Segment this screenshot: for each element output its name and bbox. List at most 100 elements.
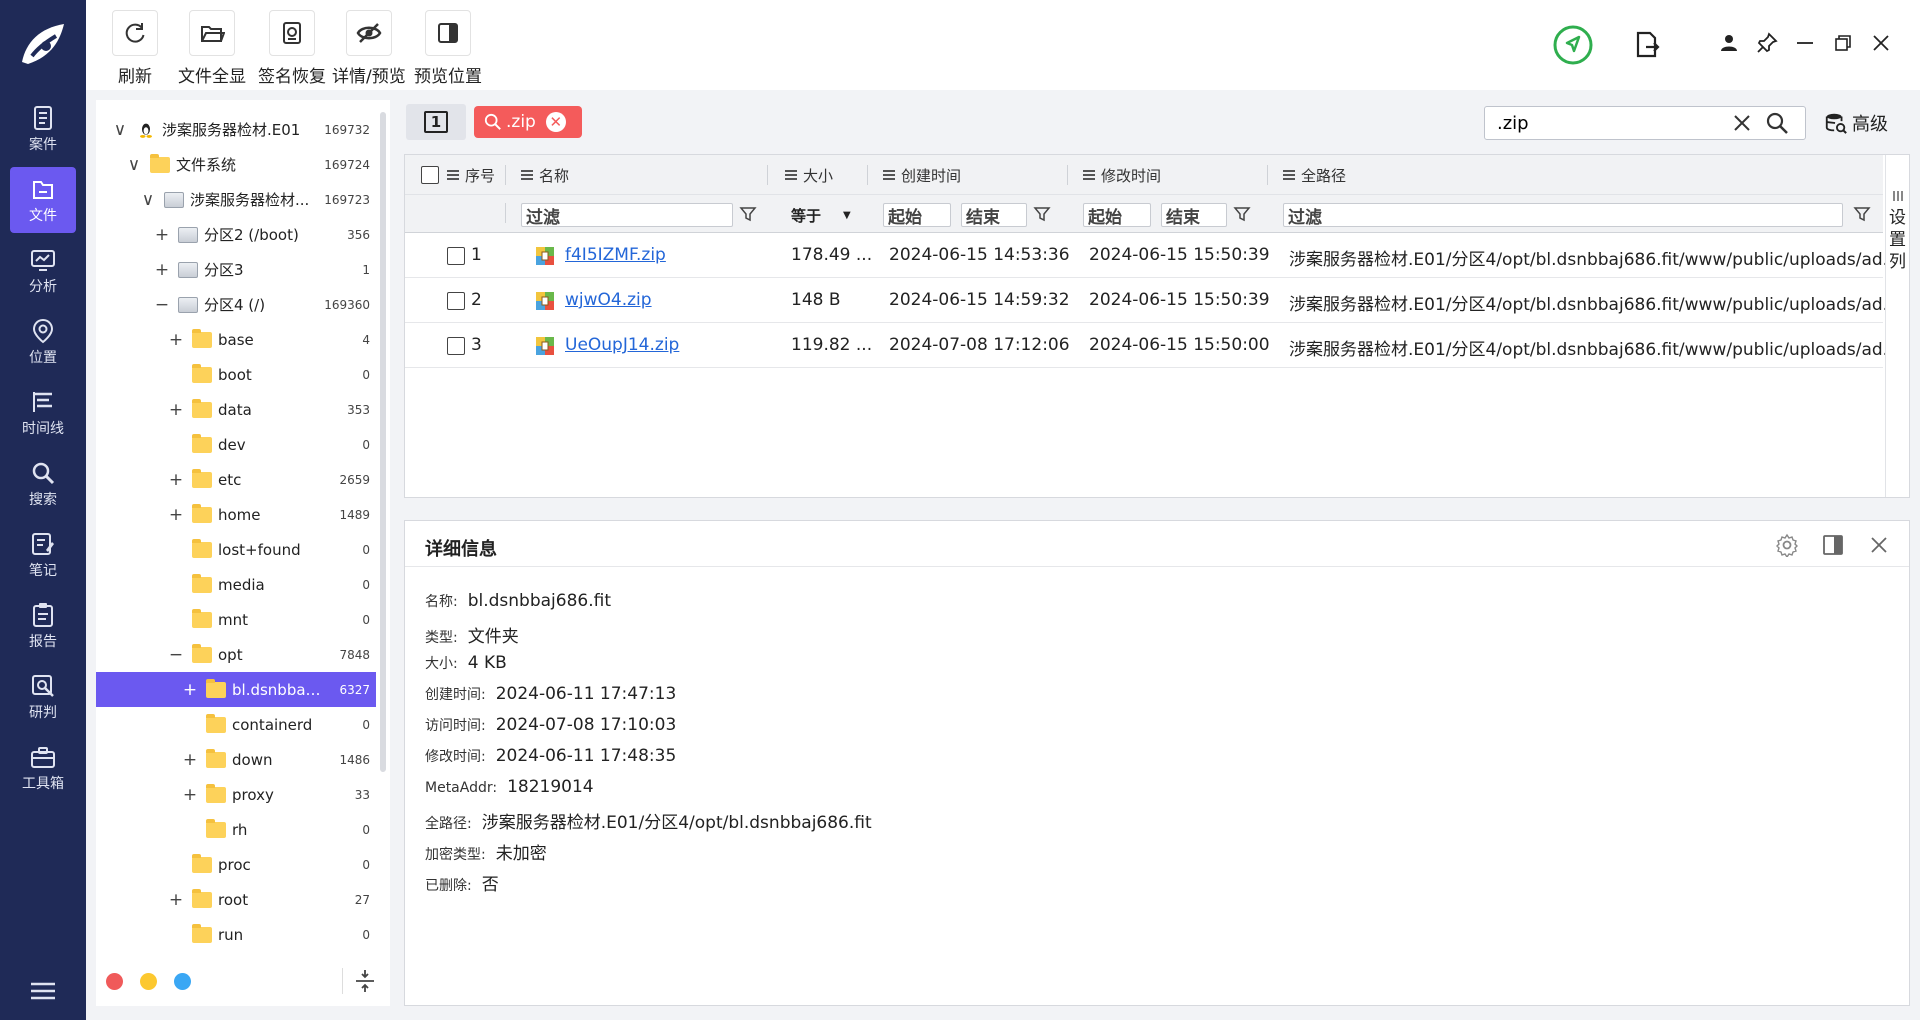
- tree-expander[interactable]: +: [182, 750, 198, 770]
- nav-case[interactable]: 案件: [10, 96, 76, 162]
- file-name-link[interactable]: f4I5IZMF.zip: [565, 245, 666, 265]
- user-icon[interactable]: [1716, 30, 1742, 56]
- tree-node[interactable]: ∨ 涉案服务器检材.E01 169732: [96, 112, 376, 147]
- nav-analysis[interactable]: 分析: [10, 238, 76, 304]
- tree-node[interactable]: lost+found 0: [96, 532, 376, 567]
- tree-node[interactable]: run 0: [96, 917, 376, 952]
- tree-node[interactable]: media 0: [96, 567, 376, 602]
- pin-icon[interactable]: [1754, 30, 1780, 56]
- filter-funnel-icon[interactable]: [739, 205, 757, 223]
- detail-preview-button[interactable]: 详情/预览: [332, 10, 406, 87]
- column-settings-button[interactable]: 设置列: [1885, 155, 1909, 497]
- nav-timeline[interactable]: 时间线: [10, 380, 76, 446]
- tree-scrollbar[interactable]: [380, 112, 386, 772]
- tree-node[interactable]: − opt 7848: [96, 637, 376, 672]
- red-dot[interactable]: [106, 973, 123, 990]
- tree-expander[interactable]: +: [154, 225, 170, 245]
- tree-node[interactable]: − 分区4 (/) 169360: [96, 287, 376, 322]
- yellow-dot[interactable]: [140, 973, 157, 990]
- split-panel-icon[interactable]: [1821, 533, 1845, 557]
- tree-node[interactable]: + 分区2 (/boot) 356: [96, 217, 376, 252]
- tree-expander[interactable]: +: [154, 260, 170, 280]
- table-row[interactable]: 2 wjwO4.zip 148 B 2024-06-15 14:59:32 2024-0…: [405, 278, 1899, 323]
- row-checkbox[interactable]: [447, 292, 465, 310]
- tree-node[interactable]: rh 0: [96, 812, 376, 847]
- tree-expander[interactable]: −: [154, 295, 170, 315]
- name-filter-input[interactable]: 过滤: [521, 203, 733, 228]
- tree-expander[interactable]: ∨: [140, 190, 156, 210]
- tree-expander[interactable]: +: [168, 505, 184, 525]
- tree-node[interactable]: + root 27: [96, 882, 376, 917]
- blue-dot[interactable]: [174, 973, 191, 990]
- shield-status-icon[interactable]: [1552, 24, 1594, 66]
- filter-funnel-icon[interactable]: [1033, 205, 1051, 223]
- tree-expander[interactable]: +: [182, 785, 198, 805]
- tree-expander[interactable]: +: [182, 680, 198, 700]
- tree-node[interactable]: + bl.dsnbbaj68... 6327: [96, 672, 376, 707]
- show-all-files-button[interactable]: 文件全显: [178, 10, 246, 87]
- col-created[interactable]: 创建时间: [883, 155, 961, 195]
- tree-node[interactable]: containerd 0: [96, 707, 376, 742]
- tree-node[interactable]: + down 1486: [96, 742, 376, 777]
- tree-node[interactable]: + proxy 33: [96, 777, 376, 812]
- tree-expander[interactable]: −: [168, 645, 184, 665]
- tree-node[interactable]: + home 1489: [96, 497, 376, 532]
- file-name-link[interactable]: UeOupJ14.zip: [565, 335, 679, 355]
- search-input[interactable]: [1485, 112, 1725, 134]
- tree-expander[interactable]: +: [168, 330, 184, 350]
- search-chip[interactable]: .zip ✕: [474, 106, 582, 138]
- nav-notes[interactable]: 笔记: [10, 522, 76, 588]
- tree-expander[interactable]: +: [168, 470, 184, 490]
- tree-node[interactable]: boot 0: [96, 357, 376, 392]
- tree-expander[interactable]: +: [168, 400, 184, 420]
- tab-1[interactable]: 1: [406, 104, 466, 140]
- table-row[interactable]: 3 UeOupJ14.zip 119.82 ... 2024-07-08 17:12:…: [405, 323, 1899, 368]
- nav-search[interactable]: 搜索: [10, 451, 76, 517]
- tree-node[interactable]: + base 4: [96, 322, 376, 357]
- search-icon[interactable]: [1765, 111, 1789, 135]
- col-name[interactable]: 名称: [521, 155, 569, 195]
- restore-icon[interactable]: [1830, 30, 1856, 56]
- menu-icon[interactable]: [28, 980, 58, 1002]
- nav-judge[interactable]: 研判: [10, 664, 76, 730]
- filter-funnel-icon[interactable]: [1853, 205, 1871, 223]
- created-end-input[interactable]: 结束: [961, 203, 1027, 228]
- tree-expander[interactable]: ∨: [112, 120, 128, 140]
- created-start-input[interactable]: 起始: [883, 203, 951, 228]
- table-row[interactable]: 1 f4I5IZMF.zip 178.49 ... 2024-06-15 14:53:…: [405, 233, 1899, 278]
- close-icon[interactable]: [1867, 533, 1891, 557]
- minimize-icon[interactable]: [1792, 30, 1818, 56]
- chip-close-icon[interactable]: ✕: [545, 112, 566, 132]
- modified-start-input[interactable]: 起始: [1083, 203, 1151, 228]
- nav-report[interactable]: 报告: [10, 593, 76, 659]
- tree-expander[interactable]: +: [168, 890, 184, 910]
- col-path[interactable]: 全路径: [1283, 155, 1346, 195]
- row-checkbox[interactable]: [447, 247, 465, 265]
- file-name-link[interactable]: wjwO4.zip: [565, 290, 652, 310]
- tree-node[interactable]: ∨ 文件系统 169724: [96, 147, 376, 182]
- tree-expander[interactable]: ∨: [126, 155, 142, 175]
- tree-node[interactable]: ∨ 涉案服务器检材... 169723: [96, 182, 376, 217]
- signature-recover-button[interactable]: 签名恢复: [258, 10, 326, 87]
- tree-node[interactable]: + etc 2659: [96, 462, 376, 497]
- settings-gear-icon[interactable]: [1775, 533, 1799, 557]
- nav-location[interactable]: 位置: [10, 309, 76, 375]
- collapse-all-icon[interactable]: [352, 968, 378, 994]
- filter-funnel-icon[interactable]: [1233, 205, 1251, 223]
- col-modified[interactable]: 修改时间: [1083, 155, 1161, 195]
- preview-position-button[interactable]: 预览位置: [414, 10, 482, 87]
- advanced-search-button[interactable]: 高级: [1824, 108, 1888, 138]
- tree-node[interactable]: + data 353: [96, 392, 376, 427]
- path-filter-input[interactable]: 过滤: [1283, 203, 1843, 228]
- nav-toolbox[interactable]: 工具箱: [10, 735, 76, 801]
- size-operator-select[interactable]: 等于 ▼: [787, 203, 871, 227]
- export-icon[interactable]: [1632, 30, 1662, 60]
- row-checkbox[interactable]: [447, 337, 465, 355]
- col-size[interactable]: 大小: [785, 155, 833, 195]
- tree-node[interactable]: proc 0: [96, 847, 376, 882]
- tree-node[interactable]: mnt 0: [96, 602, 376, 637]
- refresh-button[interactable]: 刷新: [112, 10, 158, 87]
- close-icon[interactable]: [1868, 30, 1894, 56]
- tree-node[interactable]: + 分区3 1: [96, 252, 376, 287]
- select-all-checkbox[interactable]: [421, 166, 439, 184]
